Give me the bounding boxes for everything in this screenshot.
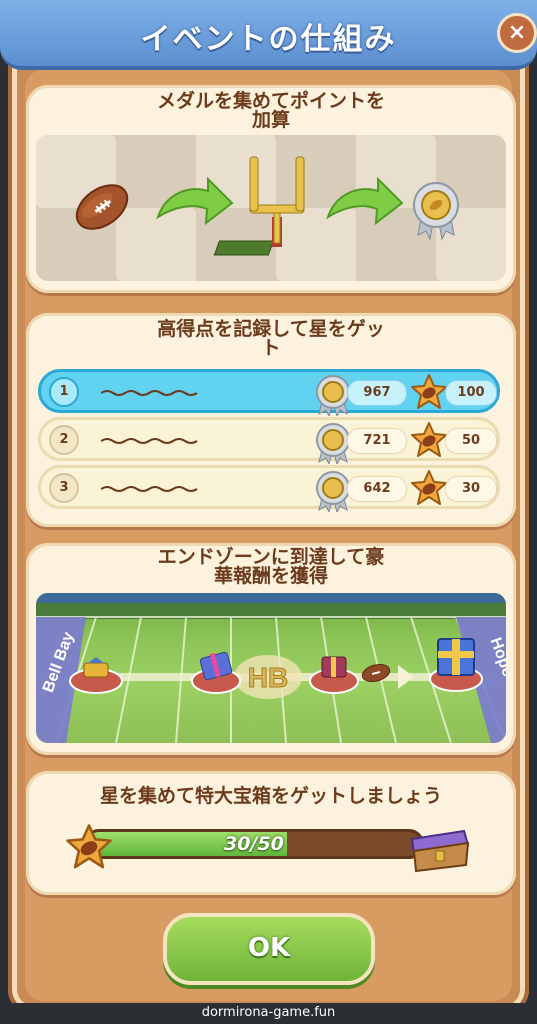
star-icon [411, 374, 447, 409]
leaderboard-card-title-line2: ト [261, 337, 281, 359]
rank-badge: 1 [49, 377, 79, 407]
watermark: dormirona-game.fun [0, 1003, 537, 1024]
reward-pad-2 [191, 651, 241, 694]
endzone-card-title: エンドゾーンに到達して豪 華報酬を獲得 [66, 548, 476, 586]
star-progress-bar: 30/50 [84, 829, 424, 859]
points-value: 642 [347, 476, 407, 502]
medal-flow-diagram [36, 135, 506, 281]
arrow-right-icon [326, 176, 404, 226]
star-icon [411, 422, 447, 457]
arrow-right-icon [156, 176, 234, 226]
endzone-card: エンドゾーンに到達して豪 華報酬を獲得 Bell Bay Hope HB [26, 543, 516, 755]
player-name-placeholder [101, 390, 198, 396]
center-logo-text: HB [248, 662, 288, 693]
football-field-map: Bell Bay Hope HB [36, 593, 506, 743]
star-icon [411, 470, 447, 505]
leaderboard-list: 1 967 100 2 721 50 3 642 30 [36, 363, 506, 513]
hb-logo: HB [234, 655, 302, 699]
medal-card-title-line2: 加算 [251, 109, 290, 131]
player-name-placeholder [101, 486, 198, 492]
medal-card-title: メダルを集めてポイントを 加算 [66, 92, 476, 130]
close-icon: × [507, 20, 527, 45]
leaderboard-row: 2 721 50 [38, 417, 500, 464]
reward-pad-4 [429, 638, 483, 692]
star-progress-text: 30/50 [224, 833, 284, 855]
leaderboard-card: 高得点を記録して星をゲッ ト 1 967 100 2 721 50 3 642 … [26, 313, 516, 527]
football-icon [75, 184, 129, 230]
reward-pad-3 [309, 656, 359, 694]
points-value: 721 [347, 428, 407, 454]
leaderboard-row: 1 967 100 [38, 369, 500, 416]
close-button[interactable]: × [497, 13, 537, 53]
page-title: イベントの仕組み [140, 22, 397, 57]
star-progress-card: 星を集めて特大宝箱をゲットしましょう 30/50 [26, 771, 516, 895]
star-icon [66, 824, 112, 869]
medal-icon [413, 182, 459, 241]
player-name-placeholder [101, 438, 198, 444]
leaderboard-row: 3 642 30 [38, 465, 500, 512]
medal-card: メダルを集めてポイントを 加算 [26, 85, 516, 293]
rank-badge: 2 [49, 425, 79, 455]
star-progress-title: 星を集めて特大宝箱をゲットしましょう [99, 785, 442, 807]
stars-reward: 50 [445, 428, 497, 454]
stars-reward: 100 [445, 380, 497, 406]
treasure-chest-icon [410, 829, 470, 873]
points-value: 967 [347, 380, 407, 406]
rank-badge: 3 [49, 473, 79, 503]
stars-reward: 30 [445, 476, 497, 502]
ok-button[interactable]: OK [163, 913, 375, 985]
title-bar: イベントの仕組み [0, 0, 537, 70]
leaderboard-card-title: 高得点を記録して星をゲッ ト [66, 320, 476, 358]
endzone-card-title-line2: 華報酬を獲得 [213, 565, 328, 587]
